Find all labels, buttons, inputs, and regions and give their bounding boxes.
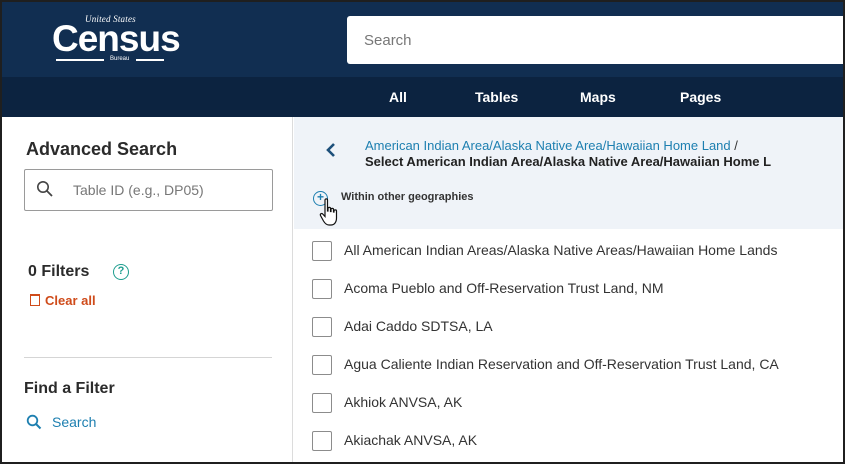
checkbox[interactable] [312,393,332,413]
find-filter-title: Find a Filter [24,380,115,397]
list-item-label: Adai Caddo SDTSA, LA [344,318,493,334]
list-item-label: Agua Caliente Indian Reservation and Off… [344,356,779,372]
list-item[interactable]: Akhiok ANVSA, AK [312,391,842,415]
tab-pages[interactable]: Pages [680,89,721,105]
list-item[interactable]: Agua Caliente Indian Reservation and Off… [312,353,842,377]
find-filter-search-link[interactable]: Search [26,414,96,430]
global-search-box [347,16,843,64]
checkbox[interactable] [312,355,332,375]
hand-cursor-icon [319,198,338,226]
list-item[interactable]: Acoma Pueblo and Off-Reservation Trust L… [312,277,842,301]
trash-icon [30,294,40,306]
advanced-search-sidebar: Advanced Search 0 Filters ? Clear all Fi… [2,117,293,462]
chevron-left-icon[interactable] [324,143,338,157]
checkbox[interactable] [312,279,332,299]
table-id-field [24,169,273,211]
logo-rule-right [136,59,164,61]
help-icon[interactable]: ? [113,264,129,280]
geography-header: American Indian Area/Alaska Native Area/… [294,117,843,229]
clear-all-label: Clear all [45,293,96,308]
breadcrumb-link[interactable]: American Indian Area/Alaska Native Area/… [365,138,731,153]
census-logo[interactable]: United States Census Bureau [52,14,181,66]
list-item-label: Akhiok ANVSA, AK [344,394,463,410]
logo-bottom-text: Bureau [110,56,130,62]
app-frame: United States Census Bureau All Tables M… [0,0,845,464]
breadcrumb-separator: / [734,138,738,153]
list-item-label: All American Indian Areas/Alaska Native … [344,242,778,258]
within-other-geographies-link[interactable]: Within other geographies [341,191,474,203]
list-item[interactable]: Akiachak ANVSA, AK [312,429,842,453]
find-filter-search-label: Search [52,414,97,430]
table-id-input[interactable] [73,170,268,210]
list-item-label: Acoma Pueblo and Off-Reservation Trust L… [344,280,664,296]
filters-count: 0 Filters [28,263,90,280]
checkbox[interactable] [312,241,332,261]
breadcrumb: American Indian Area/Alaska Native Area/… [365,138,738,153]
list-item[interactable]: All American Indian Areas/Alaska Native … [312,239,842,263]
clear-all-button[interactable]: Clear all [30,293,96,308]
tab-tables[interactable]: Tables [475,89,518,105]
logo-rule-left [56,59,104,61]
search-icon [26,414,42,430]
sidebar-divider [24,357,272,358]
results-tab-bar: All Tables Maps Pages [2,77,843,117]
site-header: United States Census Bureau [2,2,843,77]
search-icon [37,181,53,197]
geography-panel: American Indian Area/Alaska Native Area/… [294,117,843,462]
checkbox[interactable] [312,317,332,337]
breadcrumb-current: Select American Indian Area/Alaska Nativ… [365,154,772,169]
list-item-label: Akiachak ANVSA, AK [344,432,478,448]
logo-main-text: Census [52,18,181,59]
checkbox[interactable] [312,431,332,451]
tab-maps[interactable]: Maps [580,89,616,105]
tab-all[interactable]: All [389,89,407,105]
list-item[interactable]: Adai Caddo SDTSA, LA [312,315,842,339]
advanced-search-title: Advanced Search [26,139,178,159]
global-search-input[interactable] [347,16,843,64]
